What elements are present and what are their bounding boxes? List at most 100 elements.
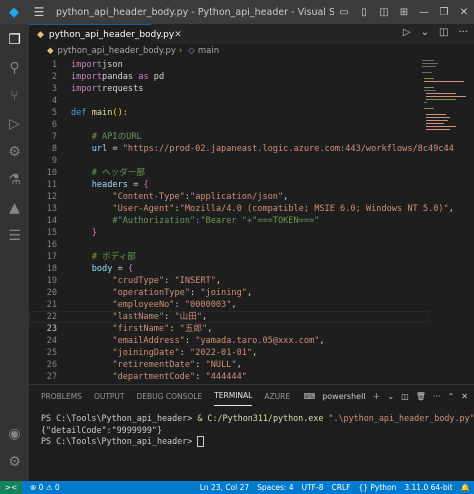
code-text: # ヘッダー部 [71,168,146,178]
code-line[interactable]: 15 } [29,227,474,239]
line-number: 4 [51,96,57,106]
code-line[interactable]: 2 importpandas as pd [29,71,474,83]
line-number: 2 [51,72,57,82]
new-terminal-icon[interactable]: ＋ [373,391,381,402]
flask-icon[interactable]: ⚗ [4,170,25,190]
tab-terminal[interactable]: TERMINAL [214,386,253,406]
code-line[interactable]: 27 "departmentCode": "444444" [29,371,474,383]
api-icon[interactable]: ⚙ [4,142,25,162]
code-line[interactable]: 17 # ボディ部 [29,251,474,263]
breadcrumb: ◆ python_api_header_body.py › ◇ main [47,46,220,56]
notifications-bell-icon[interactable]: 🔔 [461,483,470,492]
source-control-icon[interactable]: ⑂ [4,86,25,106]
line-number: 10 [46,168,57,178]
code-editor[interactable]: 1 importjson 2 importpandas as pd 3 importreq… [29,58,474,384]
indentation[interactable]: Spaces: 4 [257,483,293,492]
tab-output[interactable]: OUTPUT [94,387,125,406]
tab-azure[interactable]: AZURE [264,387,290,406]
dropdown-icon[interactable]: ⌄ [388,392,395,401]
dropdown-icon[interactable]: ⌄ [421,27,429,38]
code-line[interactable]: 9 [29,155,474,167]
split-terminal-icon[interactable]: ◫ [401,392,409,401]
minimize-button[interactable]: — [414,7,434,18]
code-line[interactable]: 24 "emailAddress": "yamada.taro.05@xxx.c… [29,335,474,347]
search-icon[interactable]: ⚲ [4,58,25,78]
line-number: 13 [46,204,57,214]
line-number: 8 [51,144,57,154]
code-text: "employeeNo": "0000003", [71,300,237,310]
code-line[interactable]: 13 "User-Agent":"Mozilla/4.0 (compatible… [29,203,474,215]
tab-debug-console[interactable]: DEBUG CONSOLE [137,387,203,406]
code-line[interactable]: 25 "joiningDate": "2022-01-01", [29,347,474,359]
code-text: "User-Agent":"Mozilla/4.0 (compatible; M… [71,204,454,214]
line-ending[interactable]: CRLF [331,483,350,492]
tab-problems[interactable]: PROBLEMS [41,387,82,406]
layout-toggle-icon[interactable]: ⊞ [394,7,414,18]
shell-name[interactable]: powershell [322,392,365,401]
code-line[interactable]: 1 importjson [29,59,474,71]
more-actions-icon[interactable]: ··· [458,27,468,38]
code-line[interactable]: 3 importrequests [29,83,474,95]
split-editor-icon[interactable]: ◫ [439,27,448,38]
code-line[interactable]: 10 # ヘッダー部 [29,167,474,179]
settings-gear-icon[interactable]: ⚙ [4,452,25,472]
code-line[interactable]: 19 "crudType": "INSERT", [29,275,474,287]
breadcrumb-symbol[interactable]: main [198,46,219,56]
code-text: } [71,228,97,238]
line-number: 27 [46,372,57,382]
line-number: 15 [46,228,57,238]
python-interpreter[interactable]: 3.11.0 64-bit [404,483,452,492]
line-number: 12 [46,192,57,202]
close-button[interactable]: ✕ [454,7,474,18]
code-text: "emailAddress": "yamada.taro.05@xxx.com"… [71,336,325,346]
line-number: 7 [51,132,57,142]
more-actions-icon[interactable]: ··· [433,392,441,401]
minimap[interactable] [420,58,468,138]
code-line[interactable]: 5 def main(): [29,107,474,119]
menu-icon[interactable]: ☰ [28,5,50,19]
code-line[interactable]: 4 [29,95,474,107]
code-line[interactable]: 16 [29,239,474,251]
layers-icon[interactable]: ☰ [4,226,25,246]
restore-button[interactable]: ❐ [434,7,454,18]
run-debug-icon[interactable]: ▷ [4,114,25,134]
code-line[interactable]: 22 "lastName": "山田", [29,311,474,323]
code-line[interactable]: 18 body = { [29,263,474,275]
code-line[interactable]: 6 [29,119,474,131]
code-line[interactable]: 21 "employeeNo": "0000003", [29,299,474,311]
code-line[interactable]: 7 # APIのURL [29,131,474,143]
layout-toggle-icon[interactable]: ▭ [334,7,354,18]
layout-toggle-icon[interactable]: ▯ [354,7,374,18]
azure-icon[interactable]: ▲ [4,198,25,218]
run-icon[interactable]: ▷ [403,27,411,38]
maximize-panel-icon[interactable]: ⌃ [448,392,455,401]
panel-tabs: PROBLEMS OUTPUT DEBUG CONSOLE TERMINAL A… [29,385,474,407]
encoding[interactable]: UTF-8 [302,483,324,492]
layout-toggle-icon[interactable]: ◫ [374,7,394,18]
code-line[interactable]: 11 headers = { [29,179,474,191]
remote-indicator[interactable]: >< [0,481,22,494]
code-line[interactable]: 23 "firstName": "五郎", [29,323,474,335]
close-tab-icon[interactable]: ✕ [174,30,182,40]
explorer-icon[interactable]: ❐ [4,30,25,50]
code-text: #"Authorization":"Bearer "+"===TOKEN===" [71,216,320,226]
account-icon[interactable]: ◉ [4,424,25,444]
terminal-prompt: PS C:\Tools\Python_api_header> [41,436,198,446]
problems-count[interactable]: ⊗ 0 ⚠ 0 [30,483,60,492]
line-number: 11 [46,180,57,190]
language-mode[interactable]: {} Python [358,483,396,492]
code-line[interactable]: 12 "Content-Type":"application/json", [29,191,474,203]
close-panel-icon[interactable]: ✕ [461,392,468,401]
code-text: "operationType": "joining", [71,288,253,298]
terminal-command-exe: C:/Python311/python.exe [207,413,324,423]
tab-python-api-header-body[interactable]: ◆ python_api_header_body.py ✕ [29,24,182,45]
code-line[interactable]: 26 "retirementDate": "NULL", [29,359,474,371]
code-line[interactable]: 14 #"Authorization":"Bearer "+"===TOKEN=… [29,215,474,227]
code-line[interactable]: 20 "operationType": "joining", [29,287,474,299]
trash-icon[interactable]: 🗑 [416,392,426,401]
activity-bar: ❐ ⚲ ⑂ ▷ ⚙ ⚗ ▲ ☰ ◉ ⚙ [0,24,29,481]
terminal-output[interactable]: PS C:\Tools\Python_api_header> & C:/Pyth… [41,413,474,448]
cursor-position[interactable]: Ln 23, Col 27 [200,483,249,492]
code-line[interactable]: 8 url = "https://prod-02.japaneast.logic… [29,143,474,155]
breadcrumb-file[interactable]: python_api_header_body.py [58,46,176,56]
